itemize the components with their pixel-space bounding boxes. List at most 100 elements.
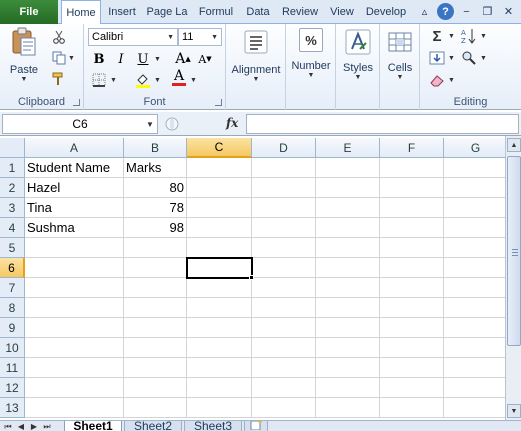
row-header-3[interactable]: 3 [0, 198, 25, 218]
grid-cell[interactable] [124, 278, 187, 298]
borders-icon[interactable] [90, 72, 108, 88]
scroll-down-arrow-icon[interactable]: ▼ [507, 404, 521, 418]
row-header-4[interactable]: 4 [0, 218, 25, 238]
tab-file[interactable]: File [0, 0, 58, 24]
grid-cell[interactable] [380, 178, 444, 198]
grid-cell[interactable] [316, 278, 380, 298]
grid-cell[interactable] [444, 258, 505, 278]
grid-cell[interactable] [380, 158, 444, 178]
clear-icon[interactable] [428, 72, 446, 88]
grid-cell[interactable] [187, 238, 252, 258]
grid-cell[interactable] [252, 298, 316, 318]
grid-cell[interactable] [444, 178, 505, 198]
grid-cell[interactable] [380, 338, 444, 358]
bold-button[interactable]: B [90, 51, 108, 67]
grid-cell[interactable] [252, 398, 316, 418]
row-header-6[interactable]: 6 [0, 258, 25, 278]
grid-cell[interactable] [380, 278, 444, 298]
tab-formulas[interactable]: Formul [193, 0, 239, 24]
grid-cell[interactable] [25, 278, 124, 298]
grid-cell[interactable] [124, 338, 187, 358]
row-header-1[interactable]: 1 [0, 158, 25, 178]
grid-cell[interactable] [444, 378, 505, 398]
underline-button[interactable]: U [134, 51, 152, 67]
grid-cell[interactable] [25, 258, 124, 278]
grid-cell[interactable] [124, 238, 187, 258]
prev-sheet-icon[interactable]: ◀ [15, 421, 27, 431]
tab-home[interactable]: Home [61, 0, 101, 25]
sheet-tab-sheet3[interactable]: Sheet3 [184, 421, 242, 431]
cell-b2[interactable]: 80 [124, 178, 187, 198]
grid-cell[interactable] [444, 318, 505, 338]
row-header-5[interactable]: 5 [0, 238, 25, 258]
column-header-d[interactable]: D [252, 138, 316, 158]
grid-cell[interactable] [252, 238, 316, 258]
minimize-ribbon-icon[interactable]: ▵ [416, 3, 433, 20]
grid-cell[interactable] [187, 158, 252, 178]
italic-button[interactable]: I [112, 51, 130, 67]
grid-cell[interactable] [124, 298, 187, 318]
grid-cell[interactable] [316, 398, 380, 418]
insert-sheet-icon[interactable] [244, 421, 268, 431]
grid-cell[interactable] [380, 258, 444, 278]
grid-cell[interactable] [187, 398, 252, 418]
grid-cell[interactable] [25, 378, 124, 398]
grid-cell[interactable] [380, 298, 444, 318]
grid-cell[interactable] [444, 198, 505, 218]
cells-button[interactable]: Cells ▼ [380, 28, 420, 81]
grid-cell[interactable] [187, 338, 252, 358]
grid-cell[interactable] [316, 298, 380, 318]
grid-cell[interactable] [444, 278, 505, 298]
sort-filter-dropdown-arrow[interactable]: ▼ [480, 33, 487, 40]
find-select-icon[interactable] [460, 50, 478, 66]
grid-cell[interactable] [25, 358, 124, 378]
grid-cell[interactable] [187, 198, 252, 218]
sheet-tab-sheet1[interactable]: Sheet1 [64, 421, 122, 431]
styles-button[interactable]: Styles ▼ [336, 28, 380, 81]
column-header-g[interactable]: G [444, 138, 505, 158]
grid-cell[interactable] [187, 218, 252, 238]
name-box[interactable]: C6 [2, 114, 158, 134]
fill-color-dropdown-arrow[interactable]: ▼ [154, 77, 161, 84]
grid-cell[interactable] [124, 258, 187, 278]
minimize-icon[interactable]: − [458, 3, 475, 20]
fill-icon[interactable] [428, 50, 446, 66]
vertical-scrollbar[interactable]: ▲ ▼ [505, 136, 521, 420]
grid-cell[interactable] [380, 318, 444, 338]
grid-cell[interactable] [444, 298, 505, 318]
grid-cell[interactable] [187, 278, 252, 298]
grid-cell[interactable] [187, 378, 252, 398]
grid-cell[interactable] [380, 198, 444, 218]
font-name-select[interactable]: Calibri ▼ [88, 28, 178, 46]
cut-icon[interactable] [50, 29, 68, 45]
column-header-b[interactable]: B [124, 138, 187, 158]
close-icon[interactable]: ✕ [500, 3, 517, 20]
restore-icon[interactable]: ❐ [479, 3, 496, 20]
grid-cell[interactable] [316, 358, 380, 378]
fill-color-icon[interactable] [134, 72, 152, 88]
grid-cell[interactable] [187, 318, 252, 338]
sheet-tab-sheet2[interactable]: Sheet2 [124, 421, 182, 431]
grid-cell[interactable] [187, 298, 252, 318]
clear-dropdown-arrow[interactable]: ▼ [448, 77, 455, 84]
grid-cell[interactable] [444, 338, 505, 358]
tab-view[interactable]: View [325, 0, 359, 24]
grid-cell[interactable] [124, 378, 187, 398]
row-header-9[interactable]: 9 [0, 318, 25, 338]
grid-cell[interactable] [252, 318, 316, 338]
grid-cell[interactable] [252, 278, 316, 298]
formula-input[interactable] [246, 114, 519, 134]
vertical-scroll-thumb[interactable] [507, 156, 521, 346]
underline-dropdown-arrow[interactable]: ▼ [154, 56, 161, 63]
cell-a2[interactable]: Hazel [25, 178, 124, 198]
grid-cell[interactable] [380, 358, 444, 378]
grid-cell[interactable] [316, 158, 380, 178]
grid-cell[interactable] [316, 238, 380, 258]
grid-cell[interactable] [316, 218, 380, 238]
grid-cell[interactable] [252, 338, 316, 358]
column-header-f[interactable]: F [380, 138, 444, 158]
number-button[interactable]: % Number ▼ [288, 28, 334, 79]
font-launcher-icon[interactable] [215, 99, 222, 106]
grid-cell[interactable] [444, 158, 505, 178]
grid-cell[interactable] [316, 338, 380, 358]
